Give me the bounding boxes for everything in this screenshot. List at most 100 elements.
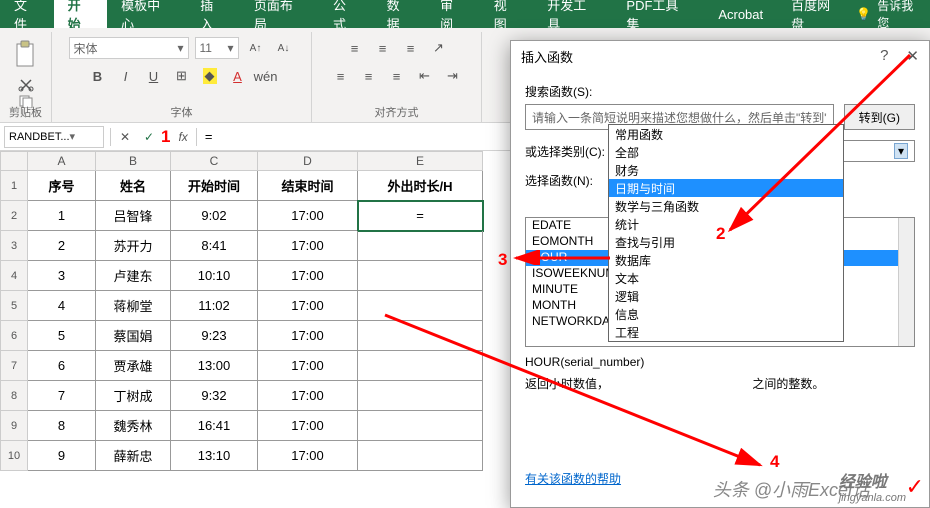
category-option[interactable]: 文本 (609, 269, 843, 287)
cell[interactable]: 苏开力 (96, 231, 171, 261)
cell[interactable]: 9:32 (171, 381, 258, 411)
decrease-indent-icon[interactable]: ⇤ (414, 65, 436, 87)
cell[interactable] (358, 351, 483, 381)
menu-insert[interactable]: 插入 (186, 0, 240, 28)
font-name-select[interactable]: 宋体▾ (69, 37, 189, 59)
menu-acrobat[interactable]: Acrobat (704, 0, 777, 28)
menu-layout[interactable]: 页面布局 (240, 0, 319, 28)
category-option[interactable]: 全部 (609, 143, 843, 161)
cell[interactable]: 10:10 (171, 261, 258, 291)
cell[interactable]: 2 (28, 231, 96, 261)
row-header[interactable]: 1 (0, 171, 28, 201)
cell[interactable]: 结束时间 (258, 171, 358, 201)
cell[interactable]: 17:00 (258, 411, 358, 441)
col-header-D[interactable]: D (258, 151, 358, 171)
category-option[interactable]: 财务 (609, 161, 843, 179)
orientation-icon[interactable]: ↗ (428, 37, 450, 59)
scrollbar[interactable] (898, 218, 914, 346)
menu-review[interactable]: 审阅 (426, 0, 480, 28)
cell[interactable] (358, 291, 483, 321)
cell[interactable] (358, 411, 483, 441)
chevron-down-icon[interactable]: ▾ (70, 130, 76, 143)
bold-button[interactable]: B (87, 65, 109, 87)
fill-color-button[interactable]: ◆ (199, 65, 221, 87)
row-header[interactable]: 10 (0, 441, 28, 471)
category-option[interactable]: 工程 (609, 323, 843, 341)
cell[interactable]: 1 (28, 201, 96, 231)
cell[interactable] (358, 261, 483, 291)
underline-button[interactable]: U (143, 65, 165, 87)
cell[interactable]: 7 (28, 381, 96, 411)
cell[interactable]: 17:00 (258, 291, 358, 321)
cell[interactable]: 9:23 (171, 321, 258, 351)
row-header[interactable]: 5 (0, 291, 28, 321)
category-option[interactable]: 数据库 (609, 251, 843, 269)
menu-file[interactable]: 文件 (0, 0, 54, 28)
cancel-formula-button[interactable]: ✕ (113, 126, 137, 148)
font-size-select[interactable]: 11▾ (195, 37, 239, 59)
align-center-icon[interactable]: ≡ (358, 65, 380, 87)
cell[interactable]: 吕智锋 (96, 201, 171, 231)
close-icon[interactable]: ✕ (906, 47, 919, 65)
cell[interactable]: 序号 (28, 171, 96, 201)
category-option[interactable]: 逻辑 (609, 287, 843, 305)
cell[interactable] (358, 321, 483, 351)
cell[interactable]: 8 (28, 411, 96, 441)
col-header-E[interactable]: E (358, 151, 483, 171)
cell[interactable]: 蔡国娟 (96, 321, 171, 351)
menu-formulas[interactable]: 公式 (319, 0, 373, 28)
category-option[interactable]: 数学与三角函数 (609, 197, 843, 215)
select-all-corner[interactable] (0, 151, 28, 171)
menu-devtools[interactable]: 开发工具 (533, 0, 612, 28)
cell[interactable]: 3 (28, 261, 96, 291)
cell[interactable]: 丁树成 (96, 381, 171, 411)
row-header[interactable]: 3 (0, 231, 28, 261)
align-bottom-icon[interactable]: ≡ (400, 37, 422, 59)
category-option[interactable]: 查找与引用 (609, 233, 843, 251)
cell[interactable]: 魏秀林 (96, 411, 171, 441)
border-button[interactable]: ⊞ (171, 65, 193, 87)
cell[interactable]: 薛新忠 (96, 441, 171, 471)
col-header-C[interactable]: C (171, 151, 258, 171)
row-header[interactable]: 4 (0, 261, 28, 291)
name-box[interactable]: RANDBET... ▾ (4, 126, 104, 148)
cell[interactable]: 9 (28, 441, 96, 471)
cell[interactable]: 蒋柳堂 (96, 291, 171, 321)
menu-pdf[interactable]: PDF工具集 (612, 0, 704, 28)
cell[interactable]: 贾承雄 (96, 351, 171, 381)
cell[interactable]: 8:41 (171, 231, 258, 261)
font-color-button[interactable]: A (227, 65, 249, 87)
cell[interactable]: 卢建东 (96, 261, 171, 291)
cell[interactable]: 17:00 (258, 351, 358, 381)
menu-templates[interactable]: 模板中心 (107, 0, 186, 28)
cell[interactable]: 姓名 (96, 171, 171, 201)
col-header-B[interactable]: B (96, 151, 171, 171)
cell[interactable]: 17:00 (258, 201, 358, 231)
category-option[interactable]: 常用函数 (609, 125, 843, 143)
row-header[interactable]: 7 (0, 351, 28, 381)
cell[interactable]: 17:00 (258, 381, 358, 411)
cell[interactable]: 5 (28, 321, 96, 351)
cell[interactable]: 16:41 (171, 411, 258, 441)
cell[interactable]: 17:00 (258, 231, 358, 261)
cell[interactable]: 6 (28, 351, 96, 381)
cell[interactable]: 开始时间 (171, 171, 258, 201)
decrease-font-icon[interactable]: A↓ (273, 37, 295, 59)
row-header[interactable]: 9 (0, 411, 28, 441)
cell[interactable]: 17:00 (258, 261, 358, 291)
menu-baidu[interactable]: 百度网盘 (777, 0, 856, 28)
cell[interactable] (358, 441, 483, 471)
cell[interactable]: 4 (28, 291, 96, 321)
category-option[interactable]: 统计 (609, 215, 843, 233)
menu-view[interactable]: 视图 (480, 0, 534, 28)
function-help-link[interactable]: 有关该函数的帮助 (525, 470, 621, 487)
row-header[interactable]: 6 (0, 321, 28, 351)
cell[interactable]: 13:00 (171, 351, 258, 381)
category-option[interactable]: 信息 (609, 305, 843, 323)
cell[interactable]: 9:02 (171, 201, 258, 231)
cell[interactable]: 17:00 (258, 441, 358, 471)
help-icon[interactable]: ? (880, 47, 888, 65)
menu-home[interactable]: 开始 (54, 0, 108, 28)
tell-me[interactable]: 告诉我您 (877, 0, 924, 31)
chevron-down-icon[interactable]: ▾ (894, 143, 908, 159)
